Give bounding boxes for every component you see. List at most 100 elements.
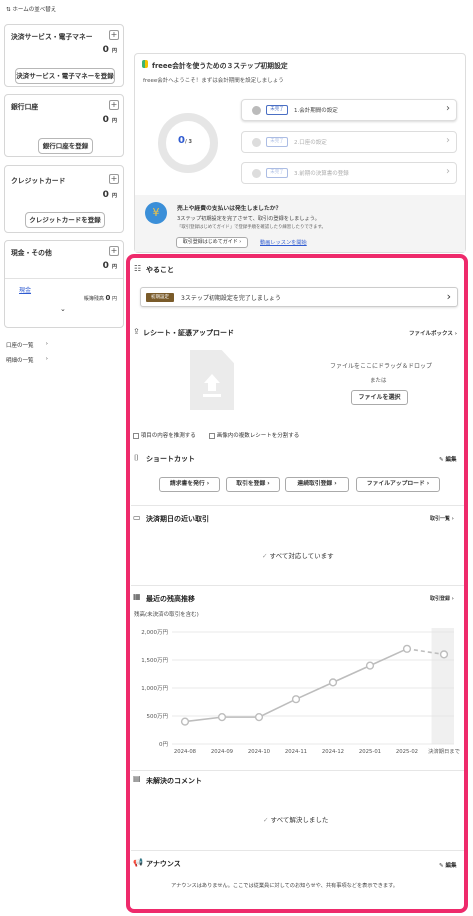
chevron-right-icon: › xyxy=(446,290,451,303)
promo-text-1: 3ステップ初期設定を完了させて、取引の登録をしましょう。 xyxy=(177,216,320,222)
checklist-icon: ☷ xyxy=(134,264,142,273)
status-badge: 未完了 xyxy=(266,137,288,147)
chevron-right-icon: › xyxy=(446,166,450,177)
step-label: 3.前期の決算書の登録 xyxy=(294,171,349,177)
guess-content-checkbox[interactable]: 項目の内容を推測する xyxy=(133,431,196,439)
statement-list-link[interactable]: 明細の一覧 › xyxy=(6,356,48,364)
bank-card: 銀行口座 + 0 円 銀行口座を登録 xyxy=(4,94,124,157)
chevron-right-icon: › xyxy=(446,135,450,146)
receipt-title: レシート・証憑アップロード xyxy=(143,329,234,337)
megaphone-icon: 📢 xyxy=(133,858,143,867)
y-tick-label: 2,000万円 xyxy=(141,629,168,636)
register-credit-button[interactable]: クレジットカードを登録 xyxy=(25,212,105,228)
setup-subtitle: freee会計へようこそ！まずは会計期間を設定しましょう xyxy=(143,78,284,84)
add-payment-button[interactable]: + xyxy=(109,30,119,40)
x-tick-label: 2024-08 xyxy=(174,749,197,755)
or-text: または xyxy=(370,378,387,384)
data-point xyxy=(180,717,190,726)
card-icon: ▭ xyxy=(133,513,141,522)
setup-step-1[interactable]: 未完了 1.会計期間の設定 › xyxy=(241,99,457,121)
account-list-link[interactable]: 口座の一覧 › xyxy=(6,341,48,349)
setup-title: freee会計を使うための３ステップ初期設定 xyxy=(152,62,288,70)
chevron-down-icon[interactable]: ⌄ xyxy=(60,305,66,313)
bank-title: 銀行口座 xyxy=(11,103,39,111)
add-bank-button[interactable]: + xyxy=(109,100,119,110)
due-title: 決済期日の近い取引 xyxy=(146,515,209,523)
bulk-register-button[interactable]: 連続取引登録 › xyxy=(285,477,349,492)
announce-edit-button[interactable]: ✎ 編集 xyxy=(439,861,457,869)
cash-card: 現金・その他 + 0 円 現金 帳簿残高 0 円 ⌄ xyxy=(4,240,124,328)
check-circle-icon xyxy=(252,169,261,178)
todo-item-label: 3ステップ初期設定を完了しましょう xyxy=(181,295,281,302)
data-point xyxy=(365,661,375,670)
drop-hint: ファイルをここにドラッグ＆ドロップ xyxy=(330,363,433,370)
add-cash-button[interactable]: + xyxy=(109,246,119,256)
register-bank-button[interactable]: 銀行口座を登録 xyxy=(38,138,93,154)
forecast-region xyxy=(431,628,454,744)
progress-count: 0/ 3 xyxy=(178,135,193,146)
pencil-icon: ✎ xyxy=(439,863,444,869)
cash-item-link[interactable]: 現金 xyxy=(19,285,31,294)
cash-item-balance: 帳簿残高 0 円 xyxy=(83,294,117,302)
todo-tag: 初期設定 xyxy=(146,293,174,302)
x-tick-label: 2024-11 xyxy=(285,749,307,755)
check-circle-icon xyxy=(252,138,261,147)
data-point xyxy=(217,713,227,722)
comments-message: ✓ すべて解決しました xyxy=(263,816,329,824)
divider xyxy=(131,585,464,586)
data-point xyxy=(291,695,301,704)
back-link[interactable]: ⇅ ホームの並べ替え xyxy=(6,5,56,13)
data-point xyxy=(402,644,412,653)
shortcut-edit-button[interactable]: ✎ 編集 xyxy=(439,455,457,463)
balance-subtitle: 残高(未決済の取引を含む) xyxy=(134,612,199,618)
step-label: 2.口座の設定 xyxy=(294,140,327,146)
cash-amount: 0 円 xyxy=(102,261,117,271)
y-tick-label: 1,000万円 xyxy=(141,685,168,692)
bookmark-icon: ⌷ xyxy=(134,453,139,462)
split-receipts-checkbox[interactable]: 画像内の複数レシートを分割する xyxy=(209,431,299,439)
file-upload-button[interactable]: ファイルアップロード › xyxy=(356,477,440,492)
setup-step-3[interactable]: 未完了 3.前期の決算書の登録 › xyxy=(241,162,457,184)
divider xyxy=(131,850,464,851)
status-badge: 未完了 xyxy=(266,105,288,115)
status-badge: 未完了 xyxy=(266,168,288,178)
video-lesson-link[interactable]: 動画レッスンを開始 xyxy=(260,239,307,246)
promo-title: 売上や経費の支払いは発生しましたか？ xyxy=(177,206,282,212)
todo-item[interactable]: 初期設定 3ステップ初期設定を完了しましょう › xyxy=(140,287,458,307)
data-point xyxy=(254,713,264,722)
register-payment-button[interactable]: 決済サービス・電子マネーを登録 xyxy=(15,68,115,84)
x-tick-label: 2025-02 xyxy=(396,749,418,755)
file-box-link[interactable]: ファイルボックス › xyxy=(409,329,457,337)
x-tick-label: 2025-01 xyxy=(359,749,381,755)
add-credit-button[interactable]: + xyxy=(109,174,119,184)
cash-divider xyxy=(5,278,123,279)
payment-title: 決済サービス・電子マネー xyxy=(11,33,93,41)
y-tick-label: 0円 xyxy=(159,741,168,748)
select-file-button[interactable]: ファイルを選択 xyxy=(351,390,408,405)
transactions-link[interactable]: 取引一覧 › xyxy=(430,515,454,522)
guide-button[interactable]: 取引登録はじめてガイド › xyxy=(176,237,248,248)
due-message: ✓ すべて対応しています xyxy=(262,552,334,560)
payment-card: 決済サービス・電子マネー + 0 円 決済サービス・電子マネーを登録 xyxy=(4,24,124,87)
issue-invoice-button[interactable]: 請求書を発行 › xyxy=(159,477,220,492)
setup-step-2[interactable]: 未完了 2.口座の設定 › xyxy=(241,131,457,153)
comment-icon: ▤ xyxy=(133,774,141,783)
register-transaction-button[interactable]: 取引を登録 › xyxy=(226,477,280,492)
data-point xyxy=(328,678,338,687)
divider xyxy=(131,770,464,771)
x-tick-label: 2024-09 xyxy=(211,749,233,755)
x-tick-label: 決済期日まで xyxy=(428,747,460,755)
check-icon: ✓ xyxy=(263,816,269,824)
register-link[interactable]: 取引登録 › xyxy=(430,595,454,602)
credit-title: クレジットカード xyxy=(11,177,66,185)
upload-icon: ⇪ xyxy=(133,327,140,336)
bank-amount: 0 円 xyxy=(102,115,117,125)
cash-title: 現金・その他 xyxy=(11,249,52,257)
x-tick-label: 2024-10 xyxy=(248,749,271,755)
pencil-icon: ✎ xyxy=(439,457,444,463)
step-label: 1.会計期間の設定 xyxy=(294,108,338,114)
divider xyxy=(131,505,464,506)
check-circle-icon xyxy=(252,106,261,115)
shortcut-title: ショートカット xyxy=(146,455,195,463)
chevron-right-icon: › xyxy=(446,103,450,114)
